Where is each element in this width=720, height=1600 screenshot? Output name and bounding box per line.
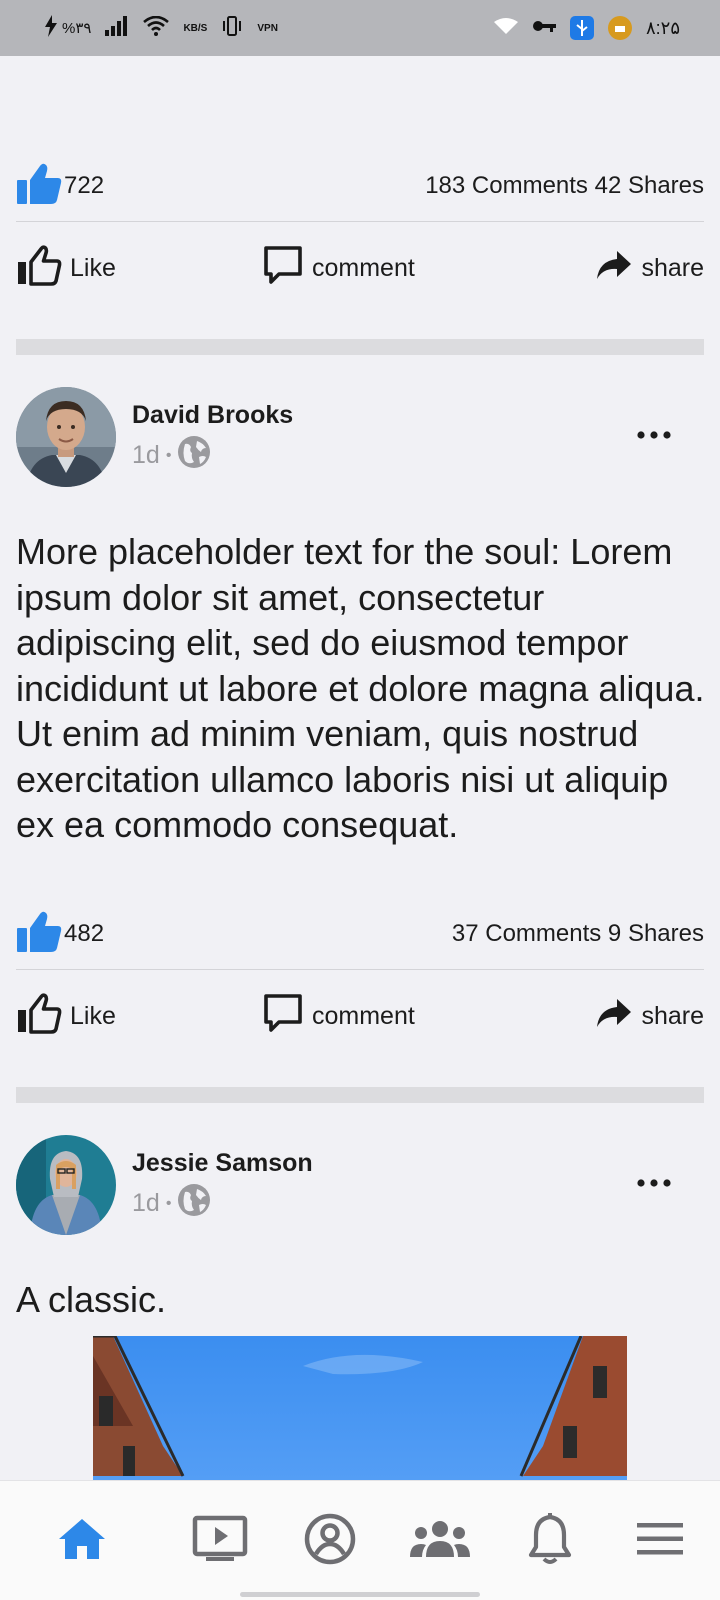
share-arrow-icon bbox=[595, 997, 633, 1036]
post-text: More placeholder text for the soul: Lore… bbox=[16, 531, 705, 845]
post-actions: Like comment share bbox=[16, 986, 704, 1046]
usb-icon bbox=[569, 16, 594, 40]
notifications-icon bbox=[528, 1512, 572, 1570]
bottom-navigation bbox=[0, 1480, 720, 1600]
meta-dot: • bbox=[165, 446, 172, 464]
menu-icon bbox=[636, 1522, 684, 1561]
charging-bolt-icon bbox=[44, 14, 58, 42]
post-stats: 722 183 Comments 42 Shares bbox=[16, 162, 704, 211]
nav-profile[interactable] bbox=[298, 1509, 362, 1573]
post-separator bbox=[16, 339, 704, 355]
post-actions: Like comment share bbox=[16, 238, 704, 298]
avatar[interactable] bbox=[16, 387, 116, 487]
profile-icon bbox=[304, 1513, 356, 1570]
share-arrow-icon bbox=[595, 249, 633, 288]
post-meta: 1d • bbox=[132, 435, 211, 476]
share-button[interactable]: share bbox=[595, 238, 704, 298]
status-bar: %۳۹ KB/S VPN ۸:۲۵ bbox=[0, 0, 720, 56]
post-time: 1d bbox=[132, 1189, 160, 1217]
nav-home[interactable] bbox=[50, 1509, 114, 1573]
comment-button[interactable]: comment bbox=[262, 986, 415, 1046]
globe-icon bbox=[177, 435, 211, 476]
thumbs-up-filled-icon bbox=[16, 910, 62, 959]
share-label: share bbox=[641, 253, 704, 282]
more-options-button[interactable] bbox=[634, 415, 674, 455]
status-bar-right: ۸:۲۵ bbox=[493, 16, 680, 40]
nav-notifications[interactable] bbox=[518, 1509, 582, 1573]
comment-icon bbox=[262, 992, 304, 1041]
news-feed[interactable]: 722 183 Comments 42 Shares Like comment … bbox=[0, 56, 720, 1480]
download-icon bbox=[607, 16, 632, 40]
share-label: share bbox=[641, 1001, 704, 1030]
meta-dot: • bbox=[165, 1194, 172, 1212]
comments-shares-count[interactable]: 37 Comments 9 Shares bbox=[452, 920, 704, 948]
vpn-icon: VPN bbox=[257, 22, 278, 34]
globe-icon bbox=[177, 1183, 211, 1224]
nav-menu[interactable] bbox=[628, 1509, 692, 1573]
divider bbox=[16, 969, 704, 970]
like-button[interactable]: Like bbox=[16, 986, 116, 1046]
post-separator bbox=[16, 1087, 704, 1103]
thumbs-up-outline-icon bbox=[16, 992, 62, 1041]
post-photo[interactable] bbox=[93, 1336, 627, 1480]
post-time: 1d bbox=[132, 441, 160, 469]
post-header: Jessie Samson 1d • bbox=[16, 1135, 704, 1235]
comment-label: comment bbox=[312, 253, 415, 282]
nav-groups[interactable] bbox=[408, 1509, 472, 1573]
comment-icon bbox=[262, 244, 304, 293]
groups-icon bbox=[409, 1519, 471, 1564]
like-button[interactable]: Like bbox=[16, 238, 116, 298]
more-options-button[interactable] bbox=[634, 1163, 674, 1203]
key-icon bbox=[532, 18, 556, 38]
thumbs-up-filled-icon bbox=[16, 162, 62, 211]
wifi-icon bbox=[143, 15, 170, 41]
post-meta: 1d • bbox=[132, 1183, 211, 1224]
video-icon bbox=[192, 1515, 248, 1568]
post-stats: 482 37 Comments 9 Shares bbox=[16, 910, 704, 959]
thumbs-up-outline-icon bbox=[16, 244, 62, 293]
comments-shares-count[interactable]: 183 Comments 42 Shares bbox=[425, 172, 704, 200]
wifi-hotspot-icon bbox=[493, 17, 518, 39]
status-bar-left: %۳۹ KB/S VPN bbox=[44, 14, 278, 42]
battery-percent: %۳۹ bbox=[62, 20, 92, 37]
network-speed-unit: KB/S bbox=[183, 22, 208, 34]
like-count[interactable]: 722 bbox=[16, 162, 104, 211]
author-name[interactable]: David Brooks bbox=[132, 401, 293, 430]
vibrate-icon bbox=[221, 15, 243, 42]
signal-icon bbox=[105, 15, 129, 41]
like-count-value: 722 bbox=[64, 172, 105, 199]
home-icon bbox=[57, 1517, 107, 1566]
like-label: Like bbox=[70, 253, 116, 282]
comment-label: comment bbox=[312, 1001, 415, 1030]
comment-button[interactable]: comment bbox=[262, 238, 415, 298]
post-text: A classic. bbox=[16, 1279, 167, 1320]
home-indicator[interactable] bbox=[240, 1592, 480, 1597]
divider bbox=[16, 221, 704, 222]
post-header: David Brooks 1d • bbox=[16, 387, 704, 487]
nav-watch[interactable] bbox=[188, 1509, 252, 1573]
like-label: Like bbox=[70, 1001, 116, 1030]
avatar[interactable] bbox=[16, 1135, 116, 1235]
like-count[interactable]: 482 bbox=[16, 910, 104, 959]
author-name[interactable]: Jessie Samson bbox=[132, 1149, 313, 1178]
clock: ۸:۲۵ bbox=[645, 17, 680, 38]
share-button[interactable]: share bbox=[595, 986, 704, 1046]
like-count-value: 482 bbox=[64, 920, 105, 947]
